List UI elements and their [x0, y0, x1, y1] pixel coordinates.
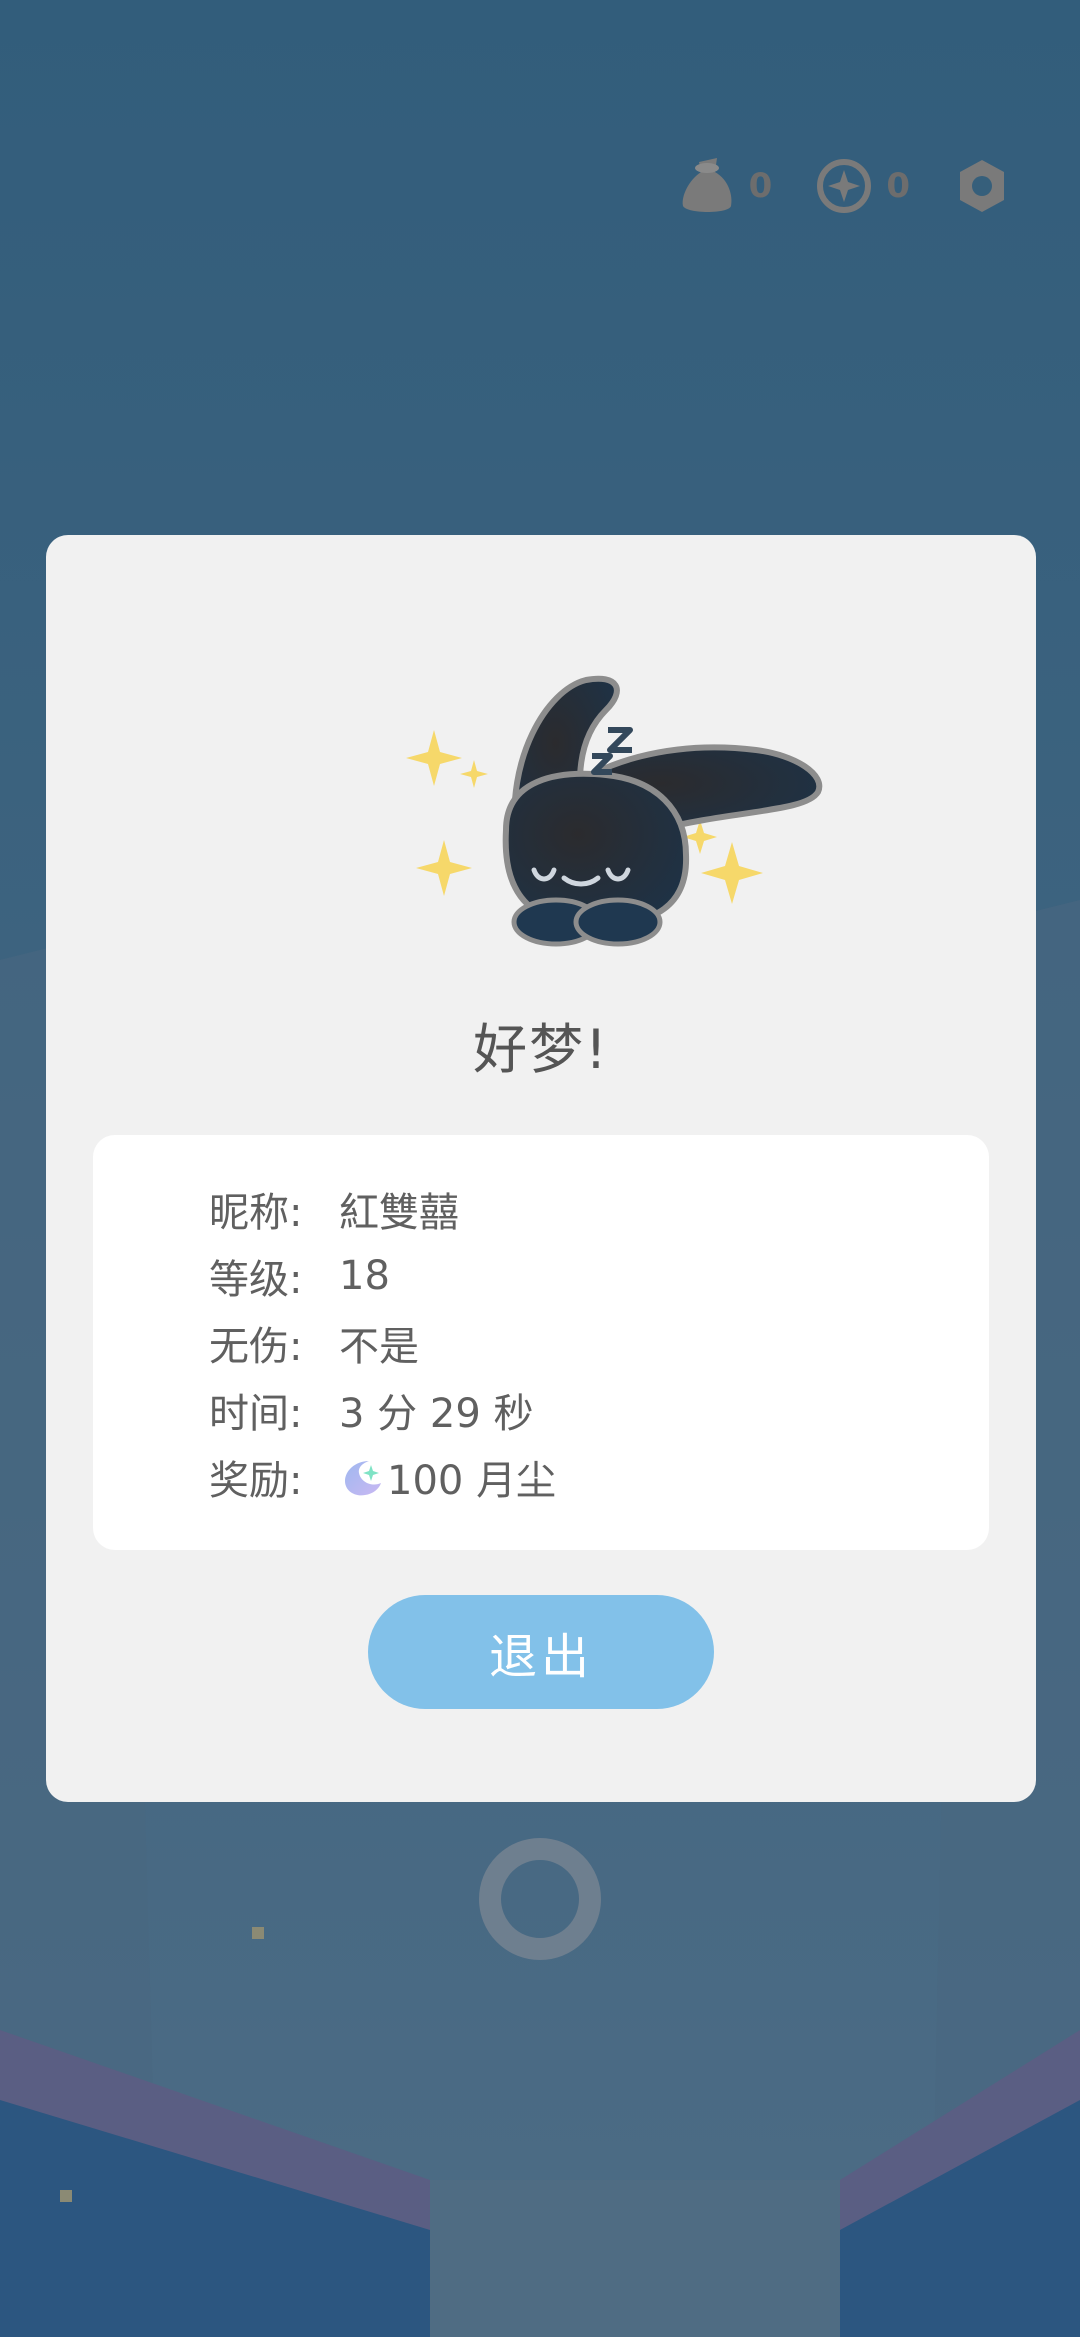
nickname-row: 昵称: 紅雙囍	[209, 1175, 989, 1242]
nickname-label: 昵称:	[209, 1189, 303, 1236]
coin-count: 0	[886, 166, 910, 206]
no-damage-label: 无伤:	[209, 1323, 303, 1370]
result-dialog: 好梦! 昵称: 紅雙囍 等级: 18 无伤: 不是 时间: 3 分 29 秒 奖…	[46, 535, 1036, 1802]
reward-value-wrap: 100 月尘	[339, 1448, 556, 1506]
level-row: 等级: 18	[209, 1242, 989, 1309]
moon-dust-icon	[345, 1460, 381, 1495]
settings-icon	[960, 160, 1004, 212]
reward-label: 奖励:	[209, 1457, 303, 1504]
top-hud: 0 0	[679, 150, 1010, 222]
sleeping-rabbit-icon	[406, 675, 823, 947]
bag-count: 0	[748, 166, 773, 206]
exit-button[interactable]: 退出	[368, 1595, 714, 1709]
time-label: 时间:	[209, 1390, 303, 1437]
bag-counter[interactable]: 0	[679, 156, 773, 216]
time-row: 时间: 3 分 29 秒	[209, 1376, 989, 1443]
reward-value: 100 月尘	[387, 1457, 557, 1504]
no-damage-value: 不是	[339, 1323, 419, 1370]
level-label: 等级:	[209, 1256, 303, 1303]
coin-icon	[817, 159, 872, 213]
bag-icon	[682, 158, 732, 212]
settings-button[interactable]	[954, 156, 1010, 216]
reward-row: 奖励: 100 月尘	[209, 1443, 989, 1510]
no-damage-row: 无伤: 不是	[209, 1309, 989, 1376]
nickname-value: 紅雙囍	[339, 1189, 459, 1236]
level-value: 18	[339, 1252, 390, 1299]
dialog-title: 好梦!	[473, 1018, 609, 1081]
time-value: 3 分 29 秒	[339, 1390, 534, 1437]
coin-counter[interactable]: 0	[816, 158, 910, 214]
result-info-card: 昵称: 紅雙囍 等级: 18 无伤: 不是 时间: 3 分 29 秒 奖励: 1…	[93, 1135, 989, 1550]
